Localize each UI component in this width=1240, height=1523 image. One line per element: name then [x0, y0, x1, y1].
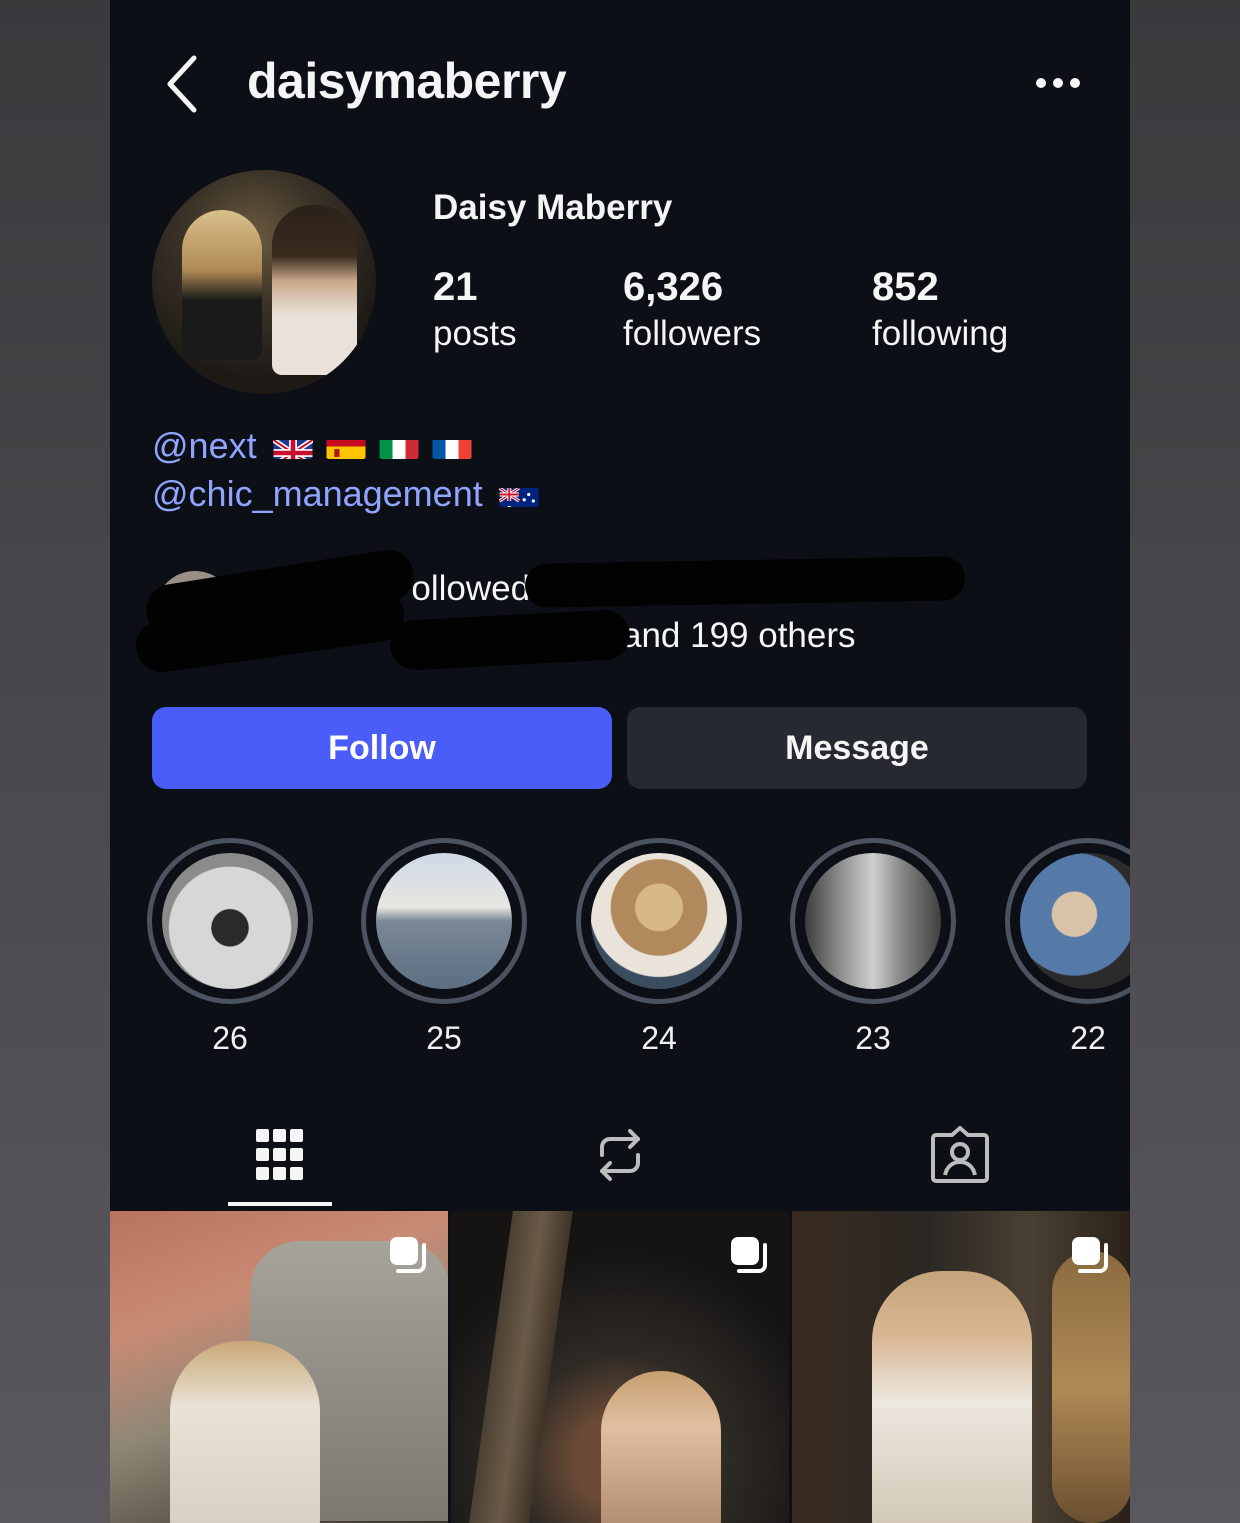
bio-line: @chic_management — [152, 473, 539, 515]
story-highlight[interactable]: 25 — [361, 838, 527, 1057]
story-highlight[interactable]: 23 — [790, 838, 956, 1057]
tab-reposts[interactable] — [450, 1100, 790, 1210]
avatar-photo-person — [182, 210, 262, 360]
story-highlight[interactable]: 22 — [1005, 838, 1130, 1057]
highlight-cover — [376, 853, 512, 989]
tab-tagged[interactable] — [790, 1100, 1130, 1210]
redaction-mark — [524, 556, 966, 608]
post-thumbnail[interactable] — [792, 1211, 1130, 1523]
highlight-label: 23 — [855, 1020, 891, 1056]
back-button[interactable] — [160, 54, 210, 114]
highlight-label: 22 — [1070, 1020, 1106, 1056]
post-photo-person — [170, 1341, 320, 1523]
australia-flag-icon — [498, 481, 539, 507]
post-photo-person — [872, 1271, 1032, 1523]
stat-label: followers — [623, 314, 762, 353]
reposts-icon — [600, 1129, 640, 1181]
bio-line: @next — [152, 425, 472, 467]
stat-value: 21 — [433, 265, 478, 309]
stat-value: 852 — [872, 265, 939, 309]
tagged-icon — [931, 1126, 989, 1183]
more-options-button[interactable] — [1036, 68, 1080, 98]
highlight-ring — [790, 838, 956, 1004]
highlight-cover — [1020, 853, 1130, 989]
follow-button[interactable]: Follow — [152, 707, 612, 789]
top-bar: daisymaberry — [110, 30, 1130, 140]
more-dot — [1036, 78, 1046, 88]
highlight-cover — [591, 853, 727, 989]
multiple-posts-icon — [731, 1237, 767, 1273]
france-flag-icon — [432, 433, 472, 459]
more-dot — [1070, 78, 1080, 88]
profile-avatar[interactable] — [152, 170, 376, 394]
avatar-photo-person — [272, 205, 357, 375]
message-button[interactable]: Message — [627, 707, 1087, 789]
profile-username: daisymaberry — [247, 53, 567, 109]
highlight-label: 26 — [212, 1020, 248, 1056]
multiple-posts-icon — [1072, 1237, 1108, 1273]
spain-flag-icon — [326, 433, 366, 459]
chevron-left-icon — [167, 55, 197, 113]
highlight-ring — [361, 838, 527, 1004]
highlight-ring — [576, 838, 742, 1004]
highlight-label: 24 — [641, 1020, 677, 1056]
multiple-posts-icon — [390, 1237, 426, 1273]
highlight-cover — [805, 853, 941, 989]
stat-label: posts — [433, 314, 517, 353]
active-tab-indicator — [228, 1202, 332, 1206]
bio-link-next[interactable]: @next — [152, 425, 257, 467]
followers-count[interactable]: 6,326 followers — [623, 262, 761, 356]
post-thumbnail[interactable] — [451, 1211, 789, 1523]
tab-posts-grid[interactable] — [110, 1100, 450, 1210]
followed-by-summary[interactable]: Followed and 199 others — [132, 546, 966, 676]
profile-screen: daisymaberry Daisy Maberry 21 posts 6,32… — [110, 0, 1130, 1523]
highlight-label: 25 — [426, 1020, 462, 1056]
italy-flag-icon — [379, 433, 419, 459]
bio-link-chic-management[interactable]: @chic_management — [152, 473, 483, 515]
highlight-cover — [162, 853, 298, 989]
highlight-ring — [1005, 838, 1130, 1004]
grid-icon — [256, 1129, 303, 1180]
stat-label: following — [872, 314, 1009, 353]
story-highlight[interactable]: 26 — [147, 838, 313, 1057]
highlight-ring — [147, 838, 313, 1004]
stat-value: 6,326 — [623, 265, 724, 309]
display-name: Daisy Maberry — [433, 188, 673, 227]
following-count[interactable]: 852 following — [872, 262, 1008, 356]
post-photo-person — [601, 1371, 721, 1523]
uk-flag-icon — [272, 433, 313, 459]
post-photo-tree — [469, 1211, 573, 1523]
story-highlight[interactable]: 24 — [576, 838, 742, 1057]
posts-count[interactable]: 21 posts — [433, 262, 517, 356]
post-thumbnail[interactable] — [110, 1211, 448, 1523]
post-photo-basket — [1052, 1251, 1130, 1523]
profile-tabs — [110, 1100, 1130, 1210]
more-dot — [1053, 78, 1063, 88]
